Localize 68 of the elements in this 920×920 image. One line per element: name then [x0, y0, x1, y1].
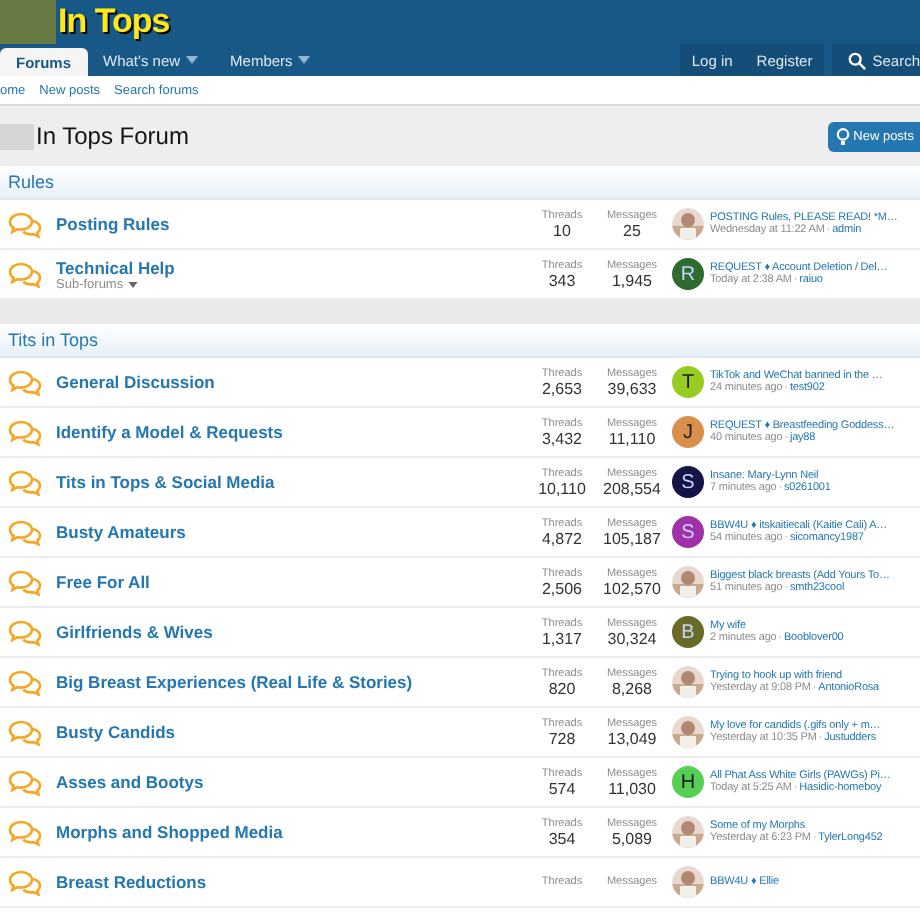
user-avatar[interactable]: H	[672, 766, 704, 798]
message-count: 11,110	[608, 429, 656, 447]
message-count: 13,049	[607, 729, 657, 747]
caret-icon	[298, 56, 311, 64]
message-count: 102,570	[603, 579, 661, 597]
thread-count: 3,432	[541, 429, 583, 447]
thread-count: 2,653	[541, 379, 583, 397]
forum-title-link[interactable]: Girlfriends & Wives	[56, 622, 528, 642]
forum-title-link[interactable]: Identify a Model & Requests	[56, 422, 528, 442]
forum-title-link[interactable]: Free For All	[56, 572, 528, 592]
caret-icon	[127, 281, 138, 287]
chat-bubbles-icon	[8, 369, 42, 395]
user-avatar[interactable]: R	[672, 258, 704, 290]
forum-title-link[interactable]: Posting Rules	[56, 214, 528, 234]
user-avatar[interactable]: S	[672, 466, 704, 498]
thread-count: 10	[553, 221, 571, 239]
chat-bubbles-icon	[8, 211, 42, 237]
message-count: 30,324	[607, 629, 657, 647]
forum-title-link[interactable]: General Discussion	[56, 372, 528, 392]
thread-count: 574	[548, 779, 576, 797]
chat-bubbles-icon	[8, 769, 42, 795]
message-count: 25	[623, 221, 641, 239]
thread-count: 728	[548, 729, 576, 747]
forum-title-link[interactable]: Morphs and Shopped Media	[56, 822, 528, 842]
message-count: 5,089	[611, 829, 653, 847]
forum-title-link[interactable]: Busty Amateurs	[56, 522, 528, 542]
thread-count: 2,506	[541, 579, 583, 597]
forum-title-link[interactable]: Big Breast Experiences (Real Life & Stories)	[56, 672, 528, 692]
caret-icon	[186, 56, 199, 64]
chat-bubbles-icon	[8, 869, 42, 895]
thread-count: 354	[548, 829, 576, 847]
chat-bubbles-icon	[8, 519, 42, 545]
chat-bubbles-icon	[8, 419, 42, 445]
forum-title-link[interactable]: Breast Reductions	[56, 872, 528, 892]
message-count: 208,554	[603, 479, 661, 497]
forum-title-link[interactable]: Tits in Tops & Social Media	[56, 472, 528, 492]
chat-bubbles-icon	[8, 669, 42, 695]
title-image	[0, 123, 34, 149]
message-count: 1,945	[611, 271, 653, 289]
chat-bubbles-icon	[8, 261, 42, 287]
message-count: 39,633	[607, 379, 657, 397]
user-avatar[interactable]: S	[672, 516, 704, 548]
thread-count: 343	[548, 271, 576, 289]
search-icon	[848, 51, 867, 69]
forum-title-link[interactable]: Technical Help	[56, 257, 528, 277]
logo-graphic	[0, 0, 56, 44]
forum-title-link[interactable]: Busty Candids	[56, 722, 528, 742]
forum-title-link[interactable]: Asses and Bootys	[56, 772, 528, 792]
user-avatar[interactable]: J	[672, 416, 704, 448]
user-avatar[interactable]: B	[672, 616, 704, 648]
thread-count: 4,872	[541, 529, 583, 547]
chat-bubbles-icon	[8, 569, 42, 595]
chat-bubbles-icon	[8, 469, 42, 495]
page-title: In Tops Forum	[36, 122, 189, 150]
thread-count: 1,317	[541, 629, 583, 647]
user-avatar[interactable]: T	[672, 366, 704, 398]
site-logo[interactable]: In Tops	[58, 0, 170, 44]
bulb-icon	[835, 127, 850, 145]
section-heading[interactable]: Tits in Tops	[0, 324, 920, 358]
message-count: 8,268	[611, 679, 653, 697]
section-heading[interactable]: Rules	[0, 166, 920, 200]
chat-bubbles-icon	[8, 619, 42, 645]
chat-bubbles-icon	[8, 719, 42, 745]
thread-count: 820	[548, 679, 576, 697]
chat-bubbles-icon	[8, 819, 42, 845]
message-count: 11,030	[608, 779, 656, 797]
thread-count: 10,110	[538, 479, 586, 497]
message-count: 105,187	[603, 529, 661, 547]
